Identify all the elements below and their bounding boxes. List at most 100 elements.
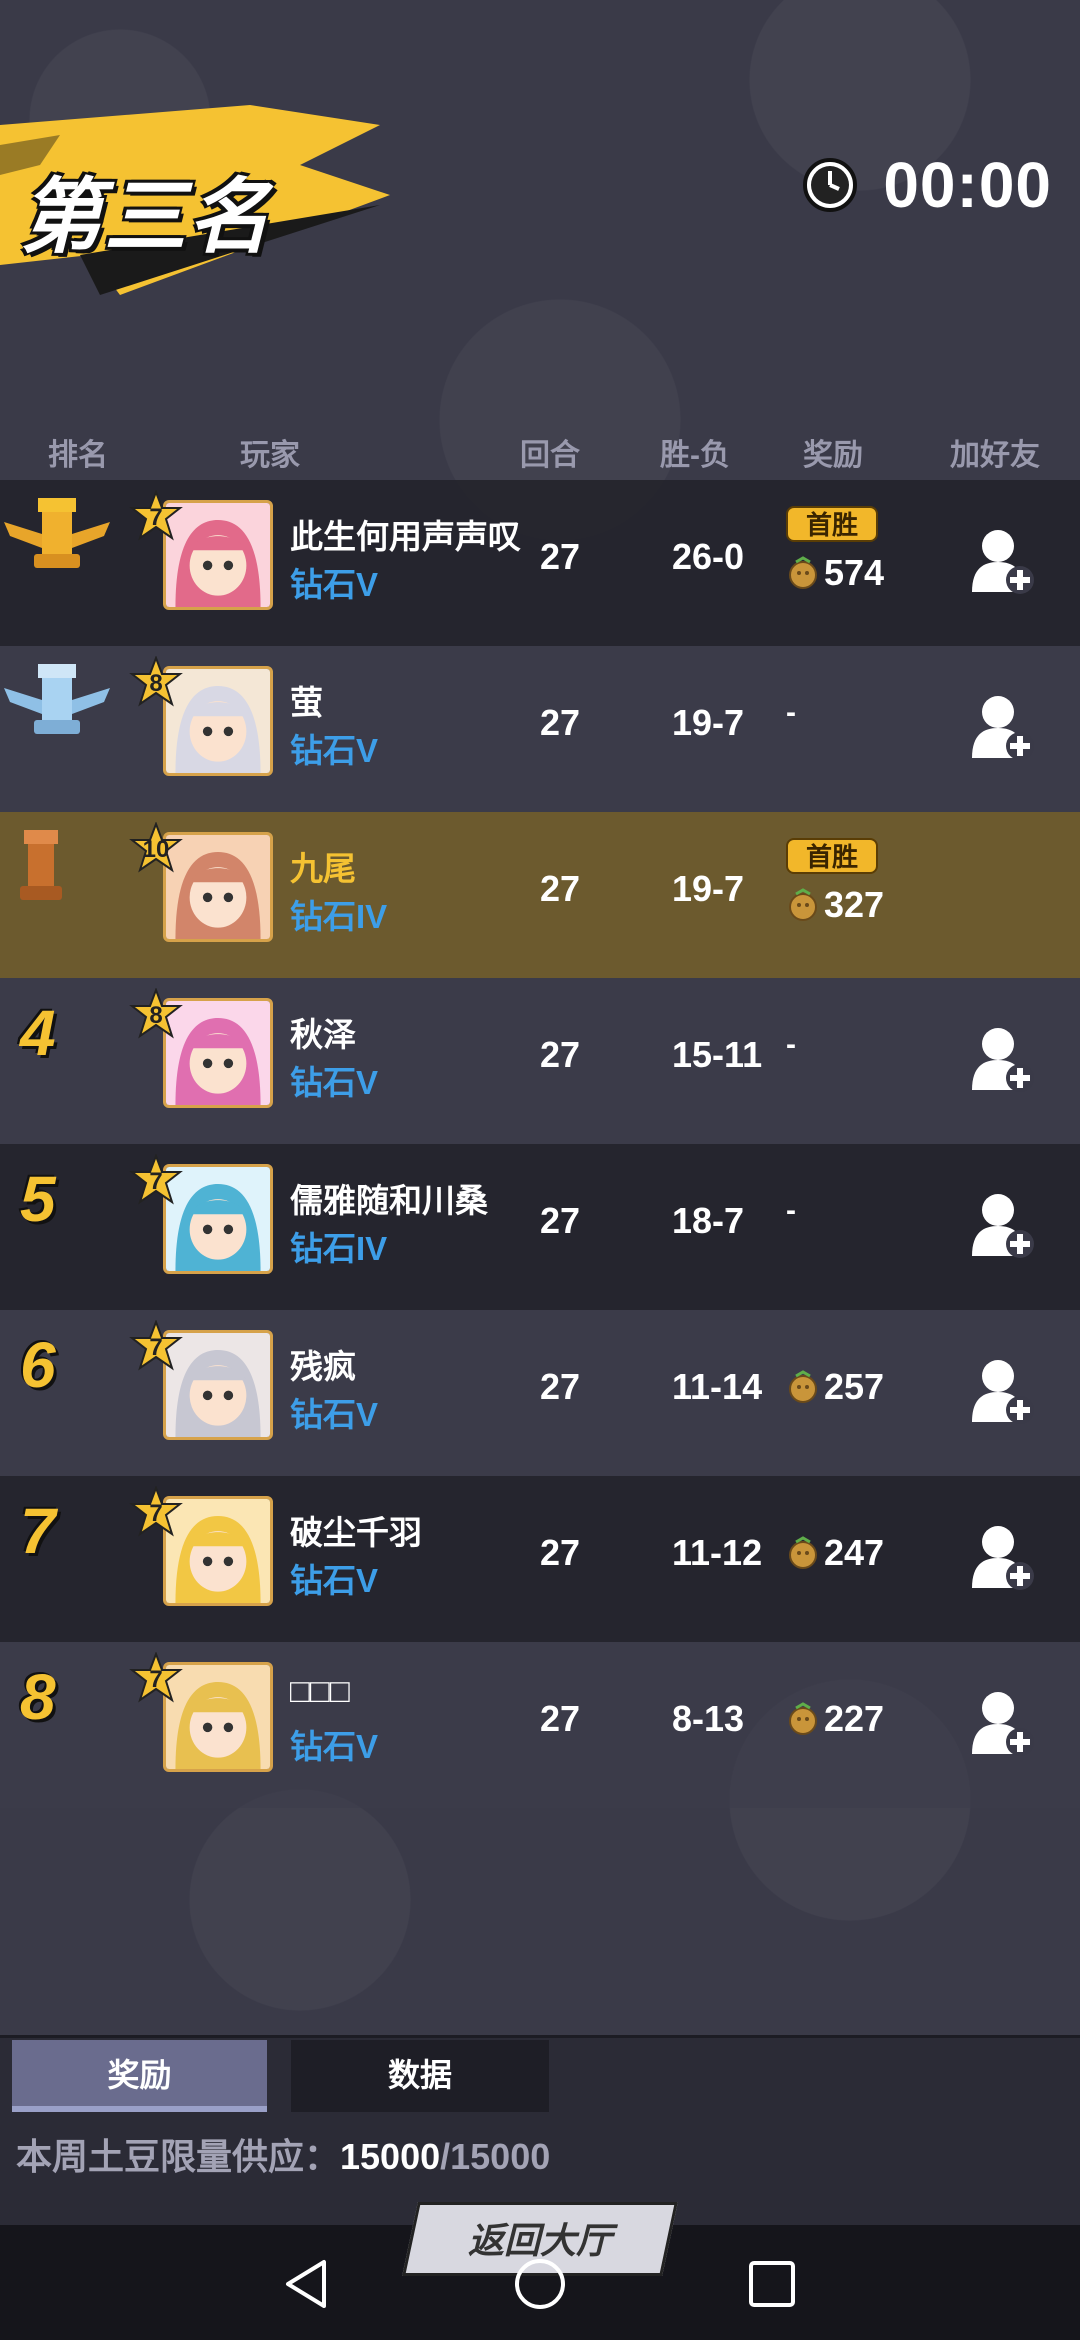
- add-friend-icon[interactable]: [968, 1190, 1038, 1262]
- reward-amount: 327: [824, 884, 885, 925]
- level-number: 7: [149, 1168, 163, 1195]
- col-rounds: 回合: [520, 439, 580, 472]
- potato-coin-icon: [789, 1702, 817, 1735]
- player-tier: 钻石V: [290, 1728, 379, 1765]
- reward-empty: -: [786, 696, 796, 729]
- table-row: 7 7 破尘千羽 钻石V 27 11-12 247: [0, 1476, 1080, 1642]
- table-row: 7 此生何用声声叹 钻石V 27 26-0 首胜 574: [0, 480, 1080, 646]
- reward-amount: 574: [824, 552, 885, 593]
- rounds-value: 27: [540, 1366, 581, 1407]
- win-loss-value: 19-7: [672, 868, 745, 909]
- rank-cell: [0, 480, 120, 646]
- reward-amount: 257: [824, 1366, 885, 1407]
- supply-info: 本周土豆限量供应：15000/15000: [16, 2128, 550, 2180]
- add-friend-icon[interactable]: [968, 1688, 1038, 1760]
- table-row: 5 7 儒雅随和川桑 钻石IV 27 18-7 -: [0, 1144, 1080, 1310]
- tab-reward[interactable]: 奖励: [12, 2040, 267, 2112]
- add-friend-icon[interactable]: [968, 1356, 1038, 1428]
- rank-title: 第三名: [20, 172, 272, 263]
- reward-empty: -: [786, 1194, 796, 1227]
- player-tier: 钻石V: [290, 732, 379, 769]
- rounds-value: 27: [540, 1532, 581, 1573]
- rank-cell: 4: [0, 978, 120, 1144]
- reward: 574: [786, 552, 884, 594]
- rank-number: 5: [20, 1163, 56, 1235]
- column-headers: 排名 玩家 回合 胜-负 奖励 加好友: [0, 430, 1080, 480]
- level-badge: 7: [128, 1319, 184, 1376]
- rank-cell: [0, 812, 120, 978]
- col-add-friend: 加好友: [950, 439, 1040, 472]
- win-loss-value: 19-7: [672, 702, 745, 743]
- level-badge: 10: [128, 821, 184, 878]
- add-friend-icon[interactable]: [968, 692, 1038, 764]
- potato-coin-icon: [789, 1536, 817, 1569]
- potato-coin-icon: [789, 1370, 817, 1403]
- rounds-value: 27: [540, 536, 581, 577]
- col-win-loss: 胜-负: [660, 439, 730, 472]
- recents-icon[interactable]: [744, 2256, 800, 2312]
- player-name: 残疯: [290, 1348, 356, 1385]
- player-name: 秋泽: [290, 1016, 356, 1053]
- level-badge: 7: [128, 489, 184, 546]
- gold-rook-trophy-icon: [4, 498, 110, 568]
- level-number: 7: [149, 1500, 163, 1527]
- level-badge: 8: [128, 655, 184, 712]
- level-badge: 7: [128, 1651, 184, 1708]
- return-lobby-label[interactable]: 返回大厅: [410, 2206, 670, 2276]
- reward-empty: -: [786, 1028, 796, 1061]
- win-loss-value: 18-7: [672, 1200, 745, 1241]
- level-number: 7: [149, 1334, 163, 1361]
- level-number: 7: [149, 504, 163, 531]
- player-tier: 钻石V: [290, 1562, 379, 1599]
- table-row: 8 7 □□□ 钻石V 27 8-13 227: [0, 1642, 1080, 1808]
- level-number: 8: [149, 670, 163, 697]
- rounds-value: 27: [540, 868, 581, 909]
- first-win-badge: 首胜: [786, 506, 878, 542]
- tab-data[interactable]: 数据: [291, 2040, 549, 2112]
- reward: 227: [786, 1698, 884, 1740]
- rank-cell: 7: [0, 1476, 120, 1642]
- win-loss-value: 11-14: [672, 1366, 763, 1407]
- player-name: 破尘千羽: [290, 1514, 422, 1551]
- level-number: 8: [149, 1002, 163, 1029]
- add-friend-icon[interactable]: [968, 526, 1038, 598]
- rank-number: 4: [20, 997, 56, 1069]
- table-row: 8 萤 钻石V 27 19-7 -: [0, 646, 1080, 812]
- col-reward: 奖励: [803, 439, 863, 472]
- timer-value: 00:00: [883, 149, 1052, 221]
- player-tier: 钻石IV: [290, 1230, 388, 1267]
- level-number: 10: [142, 836, 170, 863]
- rounds-value: 27: [540, 1698, 581, 1739]
- supply-current: 15000: [340, 2136, 441, 2177]
- bronze-rook-icon: [20, 830, 62, 900]
- rank-number: 6: [20, 1329, 56, 1401]
- player-name: 萤: [290, 684, 323, 721]
- level-badge: 7: [128, 1153, 184, 1210]
- rank-number: 8: [20, 1661, 56, 1733]
- rank-cell: [0, 646, 120, 812]
- add-friend-icon[interactable]: [968, 1024, 1038, 1096]
- first-win-badge: 首胜: [786, 838, 878, 874]
- potato-coin-icon: [789, 556, 817, 589]
- player-tier: 钻石V: [290, 566, 379, 603]
- back-icon[interactable]: [280, 2256, 336, 2312]
- rounds-value: 27: [540, 1200, 581, 1241]
- player-name: 儒雅随和川桑: [290, 1182, 488, 1219]
- rank-number: 7: [20, 1495, 56, 1567]
- reward: 257: [786, 1366, 884, 1408]
- level-badge: 7: [128, 1485, 184, 1542]
- player-tier: 钻石IV: [290, 898, 388, 935]
- rounds-value: 27: [540, 1034, 581, 1075]
- supply-total: /15000: [440, 2136, 551, 2177]
- player-name: 九尾: [290, 850, 356, 887]
- win-loss-value: 11-12: [672, 1532, 763, 1573]
- player-name: □□□: [290, 1672, 350, 1709]
- player-tier: 钻石V: [290, 1064, 379, 1101]
- add-friend-icon[interactable]: [968, 1522, 1038, 1594]
- table-row: 4 8 秋泽 钻石V 27 15-11 -: [0, 978, 1080, 1144]
- reward-amount: 227: [824, 1698, 885, 1739]
- win-loss-value: 8-13: [672, 1698, 745, 1739]
- reward: 247: [786, 1532, 884, 1574]
- level-number: 7: [149, 1666, 163, 1693]
- rank-cell: 6: [0, 1310, 120, 1476]
